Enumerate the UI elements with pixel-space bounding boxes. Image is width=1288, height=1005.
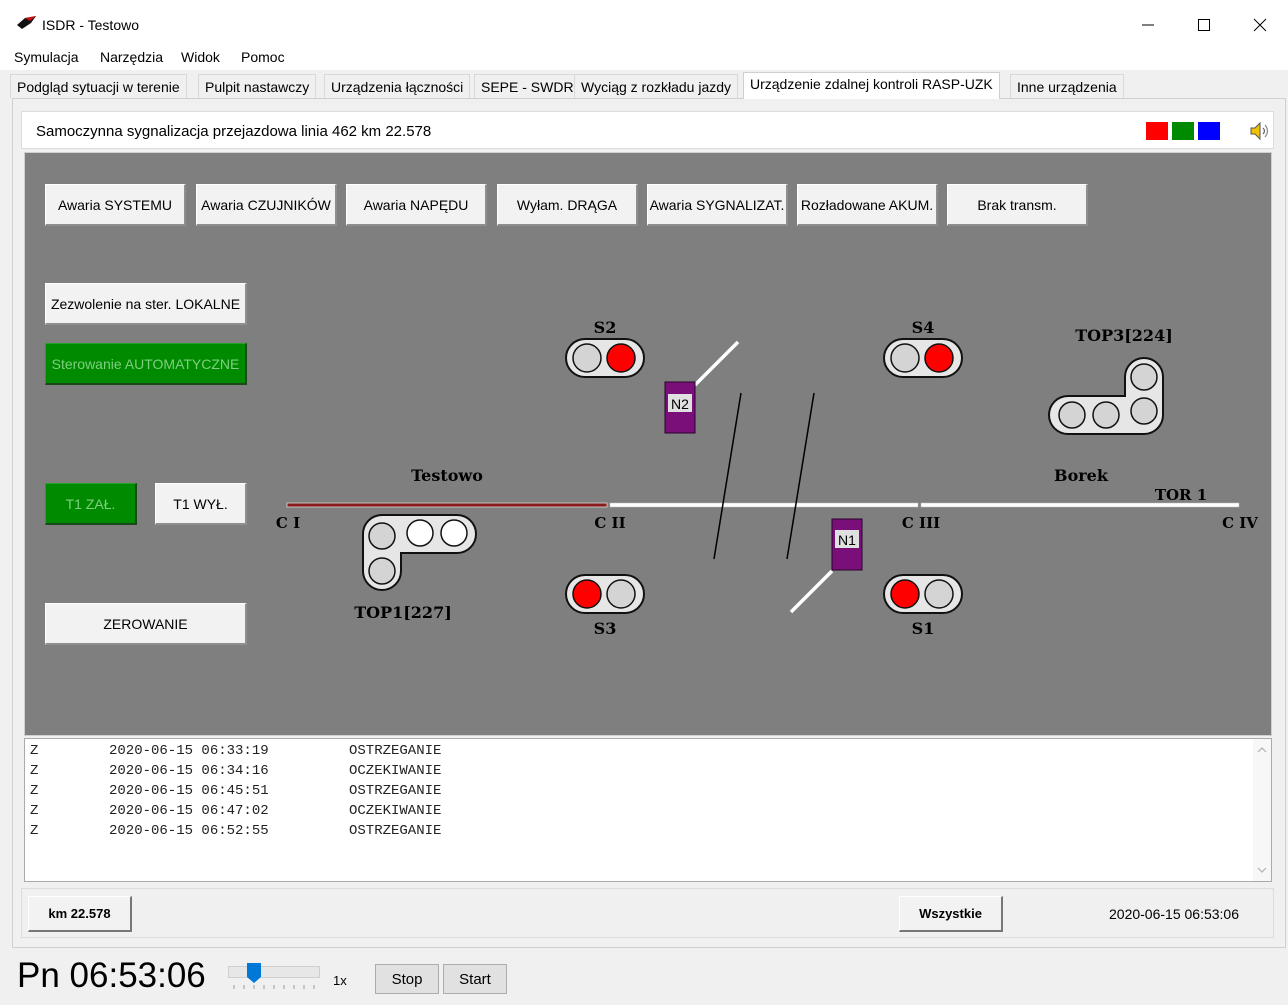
crossing-diagram: Awaria SYSTEMU Awaria CZUJNIKÓW Awaria N… [24,152,1272,736]
signal-s3-label: S3 [594,619,617,638]
info-bar: Samoczynna sygnalizacja przejazdowa lini… [21,111,1274,149]
barrier-n1-label: N1 [838,532,856,548]
tab-sepe[interactable]: SEPE - SWDR [474,74,581,98]
km-button[interactable]: km 22.578 [28,896,132,932]
status-bar: km 22.578 Wszystkie 2020-06-15 06:53:06 [21,888,1274,938]
barrier-n2-arm [693,340,740,387]
menu-bar: Symulacja Narzędzia Widok Pomoc [0,46,1288,70]
slider-ticks [233,985,315,989]
scroll-arrows-icon [1257,747,1267,873]
tab-strip: Podgląd sytuacji w terenie Pulpit nastaw… [10,72,1288,99]
tab-rasp-uzk[interactable]: Urządzenie zdalnej kontroli RASP-UZK [743,72,1000,99]
app-icon [17,16,36,29]
signal-s2-label: S2 [594,318,617,337]
tab-inne[interactable]: Inne urządzenia [1010,74,1124,98]
window-title: ISDR - Testowo [42,17,139,33]
barrier-n1-arm [789,569,834,614]
stop-button[interactable]: Stop [375,964,439,994]
minimize-button[interactable] [1128,10,1168,40]
section-ciii-label: C III [902,514,940,532]
maximize-icon [1198,19,1210,31]
station-testowo-label: Testowo [411,466,483,485]
title-bar: ISDR - Testowo [0,0,1288,46]
section-civ-label: C IV [1222,514,1258,532]
slider-thumb[interactable] [247,963,261,983]
maximize-button[interactable] [1184,10,1224,40]
event-log[interactable]: Z 2020-06-15 06:33:19 OSTRZEGANIE Z 2020… [24,738,1272,882]
speaker-icon[interactable] [1248,120,1270,142]
station-borek-label: Borek [1054,466,1109,485]
track-section-ci-cii [286,502,608,508]
track-section-cii-ciii [609,502,919,508]
section-ci-label: C I [276,514,300,532]
top3-label: TOP3[224] [1075,326,1173,345]
green-indicator [1172,122,1194,140]
track-schematic: N2 N1 S2 S4 S3 S1 TOP3[224] TOP1[227] Te… [276,318,1258,638]
road-edge-right [786,392,815,560]
log-scrollbar[interactable] [1253,739,1271,881]
barrier-n2-label: N2 [671,396,689,412]
section-cii-label: C II [594,514,625,532]
all-button[interactable]: Wszystkie [899,896,1003,932]
tab-podglad[interactable]: Podgląd sytuacji w terenie [10,74,187,98]
signal-s4-label: S4 [912,318,935,337]
tab-pulpit[interactable]: Pulpit nastawczy [198,74,317,98]
close-button[interactable] [1240,10,1280,40]
tab-rozklad[interactable]: Wyciąg z rozkładu jazdy [574,74,739,98]
sim-clock: Pn 06:53:06 [17,956,206,995]
menu-pomoc[interactable]: Pomoc [241,49,285,65]
speed-label: 1x [333,973,347,988]
red-indicator [1146,122,1168,140]
minimize-icon [1142,24,1154,26]
menu-widok[interactable]: Widok [181,49,220,65]
menu-symulacja[interactable]: Symulacja [14,49,79,65]
close-icon [1253,18,1267,32]
speed-slider[interactable] [228,963,322,995]
track-label: TOR 1 [1155,486,1207,504]
tab-lacznosc[interactable]: Urządzenia łączności [324,74,471,98]
top1-label: TOP1[227] [354,603,452,622]
blue-indicator [1198,122,1220,140]
signal-s1-label: S1 [912,619,935,638]
crossing-title: Samoczynna sygnalizacja przejazdowa lini… [36,123,432,140]
status-datetime: 2020-06-15 06:53:06 [1109,906,1239,922]
menu-narzedzia[interactable]: Narzędzia [100,49,163,65]
start-button[interactable]: Start [443,964,507,994]
road-edge-left [713,392,742,560]
